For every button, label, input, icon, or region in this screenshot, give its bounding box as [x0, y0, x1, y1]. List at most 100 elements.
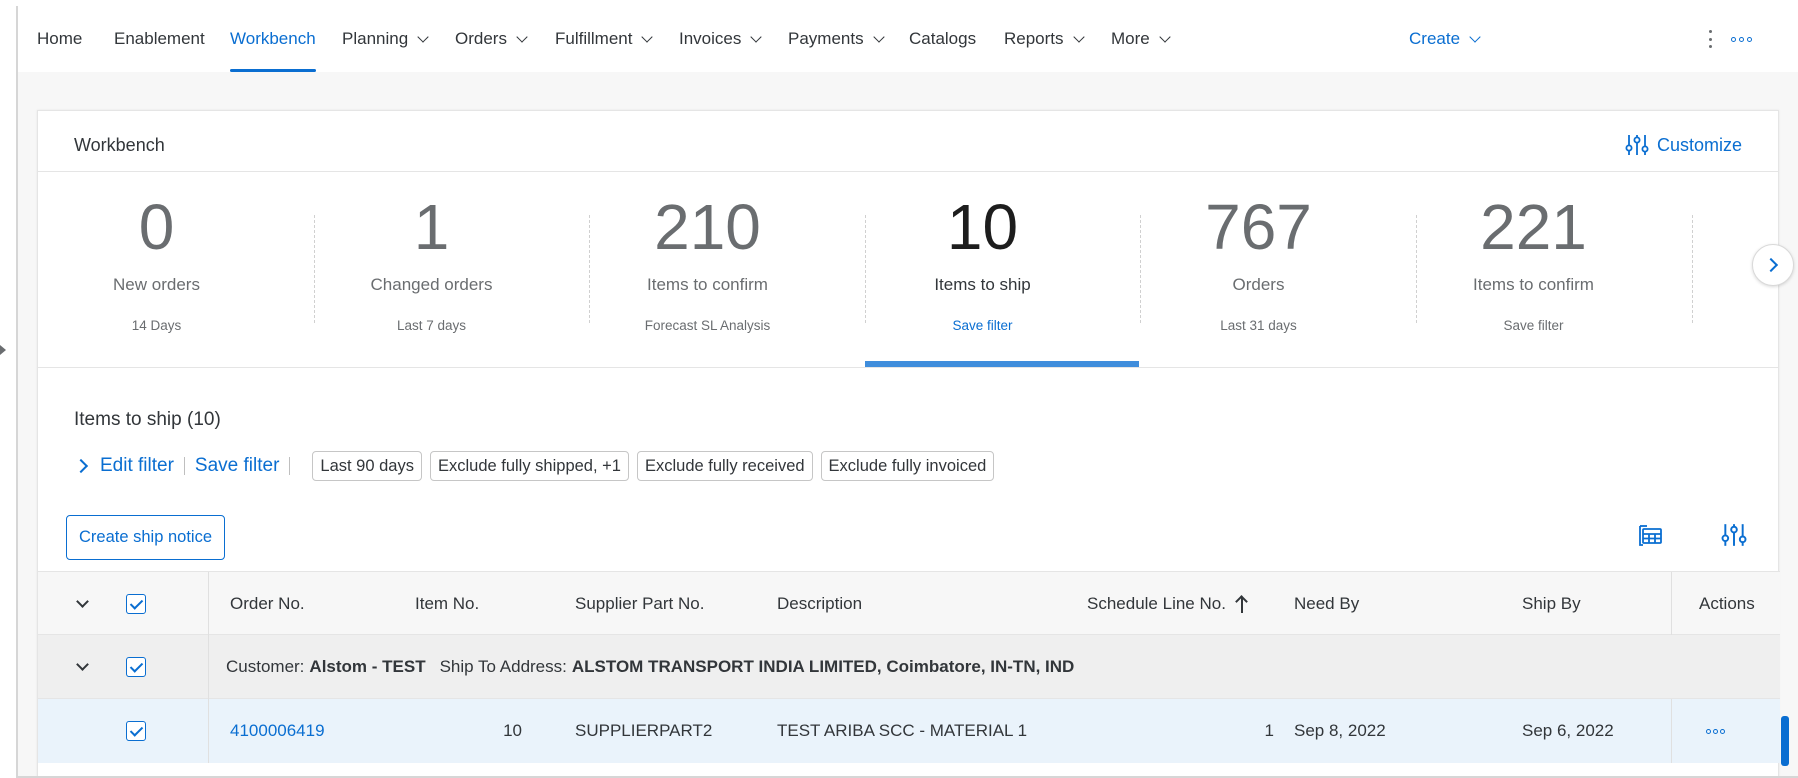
nav-reports-label: Reports — [1004, 29, 1064, 48]
col-item-no[interactable]: Item No. — [415, 572, 479, 636]
tile-count: 767 — [1205, 191, 1312, 263]
create-menu-button[interactable]: Create — [1409, 6, 1481, 72]
ship-to-value: ALSTOM TRANSPORT INDIA LIMITED, Coimbato… — [571, 657, 1075, 676]
tile-label: Items to ship — [934, 275, 1031, 294]
group-summary: Customer: Alstom - TEST Ship To Address:… — [226, 635, 1074, 699]
nav-invoices[interactable]: Invoices — [679, 6, 763, 72]
next-tiles-button[interactable] — [1752, 244, 1794, 286]
tile-label: Changed orders — [370, 275, 493, 294]
tile-count: 210 — [654, 191, 761, 263]
customer-label: Customer: — [226, 657, 305, 676]
col-need-by[interactable]: Need By — [1294, 572, 1359, 636]
nav-fulfillment[interactable]: Fulfillment — [555, 6, 654, 72]
vertical-scrollbar[interactable] — [1781, 716, 1789, 766]
column-divider — [208, 635, 209, 699]
workbench-card: Workbench Customize 0 New orders 14 Days… — [37, 110, 1780, 776]
more-options-icon[interactable] — [1731, 37, 1752, 42]
col-ship-by[interactable]: Ship By — [1522, 572, 1581, 636]
filter-chip[interactable]: Exclude fully invoiced — [820, 451, 995, 481]
nav-orders[interactable]: Orders — [455, 6, 528, 72]
column-divider — [208, 699, 209, 763]
separator — [289, 457, 291, 475]
customer-value: Alstom - TEST — [309, 657, 426, 676]
chevron-down-icon — [1159, 30, 1171, 43]
nav-reports[interactable]: Reports — [1004, 6, 1085, 72]
create-label: Create — [1409, 29, 1461, 48]
tile-orders[interactable]: 767 Orders Last 31 days — [1121, 171, 1396, 341]
customize-button[interactable]: Customize — [1625, 129, 1742, 161]
tile-label: Orders — [1232, 275, 1285, 294]
tile-count: 10 — [946, 191, 1019, 263]
edit-filter-link[interactable]: Edit filter — [73, 455, 174, 477]
chevron-down-icon — [750, 30, 763, 43]
filter-chip[interactable]: Last 90 days — [312, 451, 422, 481]
filter-chip[interactable]: Exclude fully received — [636, 451, 813, 481]
order-no-link[interactable]: 4100006419 — [230, 699, 325, 763]
collapse-group-toggle[interactable] — [76, 635, 89, 699]
need-by-cell: Sep 8, 2022 — [1294, 721, 1386, 740]
collapse-all-toggle[interactable] — [76, 572, 89, 636]
items-to-ship-heading: Items to ship (10) — [74, 409, 221, 430]
tile-subtitle: Last 31 days — [1220, 318, 1297, 333]
nav-planning[interactable]: Planning — [342, 6, 429, 72]
col-supplier-part-no[interactable]: Supplier Part No. — [575, 572, 704, 636]
left-edge-marker — [0, 345, 6, 355]
filter-chip[interactable]: Exclude fully shipped, +1 — [429, 451, 629, 481]
order-no-value: 4100006419 — [230, 721, 325, 740]
tiles-divider — [38, 367, 1778, 368]
nav-home[interactable]: Home — [37, 6, 82, 72]
checkbox-checked-icon — [126, 721, 146, 741]
nav-invoices-label: Invoices — [679, 29, 742, 48]
export-spreadsheet-icon[interactable] — [1635, 520, 1665, 550]
chevron-down-icon — [641, 30, 654, 43]
tile-items-to-ship[interactable]: 10 Items to ship Save filter — [845, 171, 1120, 341]
table-row[interactable]: 4100006419 10 SUPPLIERPART2 TEST ARIBA S… — [38, 699, 1780, 763]
nav-orders-label: Orders — [455, 29, 507, 48]
supplier-part-cell: SUPPLIERPART2 — [575, 721, 713, 740]
col-schedule-line-no[interactable]: Schedule Line No. — [1087, 572, 1248, 636]
tile-divider — [1692, 215, 1693, 323]
save-filter-link[interactable]: Save filter — [195, 455, 279, 477]
table-settings-icon[interactable] — [1719, 520, 1749, 550]
tile-changed-orders[interactable]: 1 Changed orders Last 7 days — [294, 171, 569, 341]
chevron-down-icon — [1469, 30, 1481, 43]
table-header-row: Order No. Item No. Supplier Part No. Des… — [38, 571, 1780, 636]
create-ship-notice-button[interactable]: Create ship notice — [66, 515, 225, 560]
col-actions: Actions — [1699, 594, 1755, 613]
tile-items-to-confirm[interactable]: 210 Items to confirm Forecast SL Analysi… — [570, 171, 845, 341]
col-description[interactable]: Description — [777, 572, 862, 636]
nav-more[interactable]: More — [1111, 6, 1171, 72]
nav-catalogs[interactable]: Catalogs — [909, 6, 976, 72]
nav-catalogs-label: Catalogs — [909, 29, 977, 48]
item-no-cell: 10 — [503, 721, 522, 740]
chevron-down-icon — [516, 30, 528, 43]
col-order-no[interactable]: Order No. — [230, 572, 305, 636]
tile-new-orders[interactable]: 0 New orders 14 Days — [19, 171, 294, 341]
top-navigation: Home Enablement Workbench Planning Order… — [18, 6, 1798, 72]
customize-label: Customize — [1656, 134, 1742, 155]
col-schedule-line-label: Schedule Line No. — [1087, 594, 1226, 613]
tile-subtitle: 14 Days — [131, 318, 182, 333]
ship-to-label: Ship To Address: — [439, 657, 567, 676]
chevron-right-icon — [1763, 257, 1779, 273]
tile-subtitle: Last 7 days — [396, 318, 467, 333]
more-options-icon — [1706, 728, 1725, 734]
row-actions-button[interactable] — [1706, 699, 1725, 763]
nav-payments[interactable]: Payments — [788, 6, 885, 72]
tile-items-to-confirm-2[interactable]: 221 Items to confirm Save filter — [1396, 171, 1671, 341]
select-all-checkbox[interactable] — [126, 572, 146, 636]
app-frame: Home Enablement Workbench Planning Order… — [16, 6, 1798, 778]
nav-workbench[interactable]: Workbench — [230, 6, 316, 72]
vertical-overflow-icon[interactable] — [1708, 30, 1712, 48]
select-group-checkbox[interactable] — [126, 635, 146, 699]
nav-fulfillment-label: Fulfillment — [555, 29, 633, 48]
chevron-down-icon — [76, 595, 89, 608]
nav-enablement[interactable]: Enablement — [114, 6, 205, 72]
nav-planning-label: Planning — [342, 29, 409, 48]
chevron-right-icon — [73, 458, 89, 474]
nav-more-label: More — [1111, 29, 1150, 48]
tile-label: New orders — [113, 275, 200, 294]
chevron-down-icon — [872, 30, 885, 43]
filter-bar: Edit filter Save filter Last 90 days Exc… — [73, 450, 1002, 482]
row-checkbox[interactable] — [126, 699, 146, 763]
